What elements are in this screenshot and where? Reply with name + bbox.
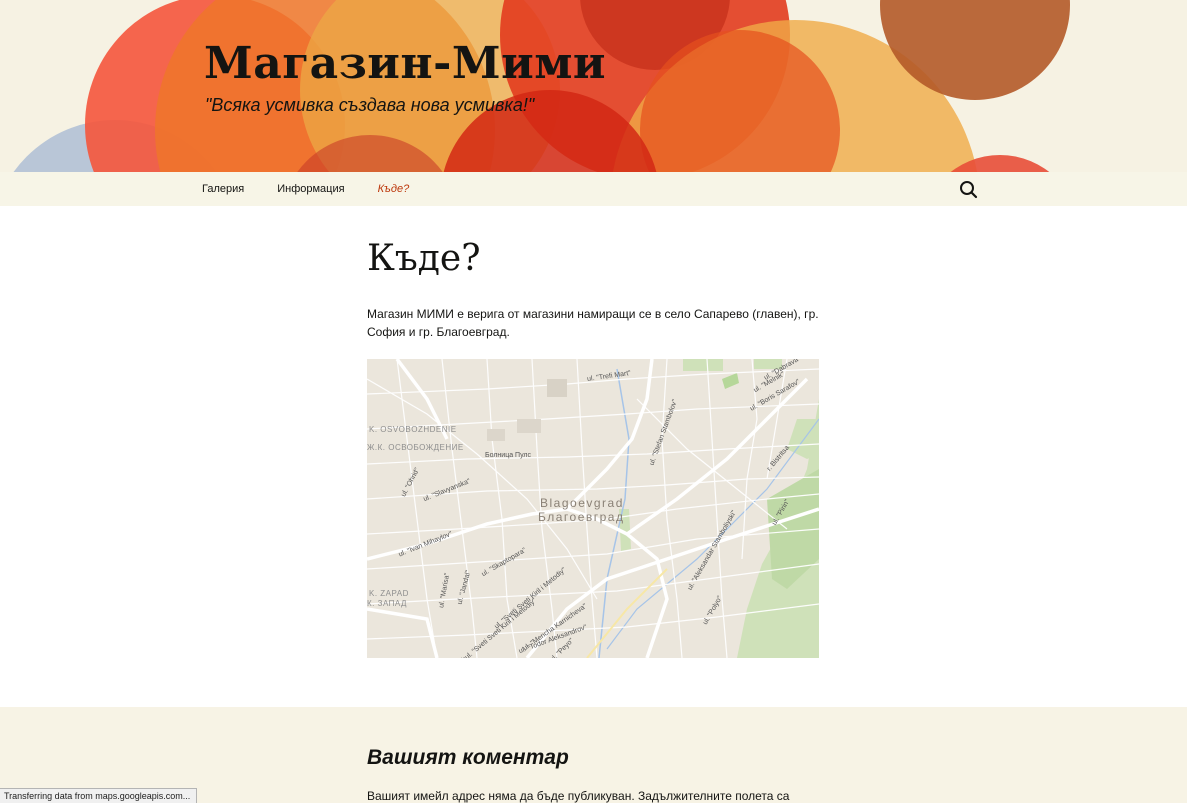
page-text: Магазин МИМИ е верига от магазини намира… <box>367 307 819 339</box>
nav-item-gallery[interactable]: Галерия <box>202 183 244 195</box>
search-icon[interactable] <box>958 180 980 200</box>
page: Магазин-Мими "Всяка усмивка създава нова… <box>0 0 1187 803</box>
reply-title: Вашият коментар <box>367 746 569 769</box>
site-description: "Всяка усмивка създава нова усмивка!" <box>205 95 535 115</box>
site-header: Магазин-Мими "Всяка усмивка създава нова… <box>0 0 1187 172</box>
map-district-2-latin: K. ZAPAD <box>369 589 409 598</box>
main-content: Къде? Магазин МИМИ е верига от магазини … <box>0 206 1187 707</box>
comment-notes: Вашият имейл адрес няма да бъде публикув… <box>367 789 790 803</box>
google-map[interactable]: Blagoevgrad Благоевград K. OSVOBOZHDENIE… <box>367 359 819 658</box>
main-navigation: Галерия Информация Къде? <box>0 172 1187 206</box>
site-title[interactable]: Магазин-Мими <box>204 38 606 89</box>
map-district-2-cyrillic: К. ЗАПАД <box>367 599 407 608</box>
nav-menu: Галерия Информация Къде? <box>202 172 442 206</box>
browser-status-bar: Transferring data from maps.googleapis.c… <box>0 788 197 803</box>
map-city-cyrillic: Благоевград <box>538 510 625 524</box>
map-district-1-cyrillic: Ж.К. ОСВОБОЖДЕНИЕ <box>367 443 464 452</box>
map-poi: Болница Пулс <box>485 452 532 459</box>
page-title: Къде? <box>367 238 481 279</box>
nav-item-where[interactable]: Къде? <box>378 183 410 195</box>
map-city-latin: Blagoevgrad <box>540 496 624 510</box>
map-district-1-latin: K. OSVOBOZHDENIE <box>369 425 457 434</box>
nav-item-info[interactable]: Информация <box>277 183 344 195</box>
